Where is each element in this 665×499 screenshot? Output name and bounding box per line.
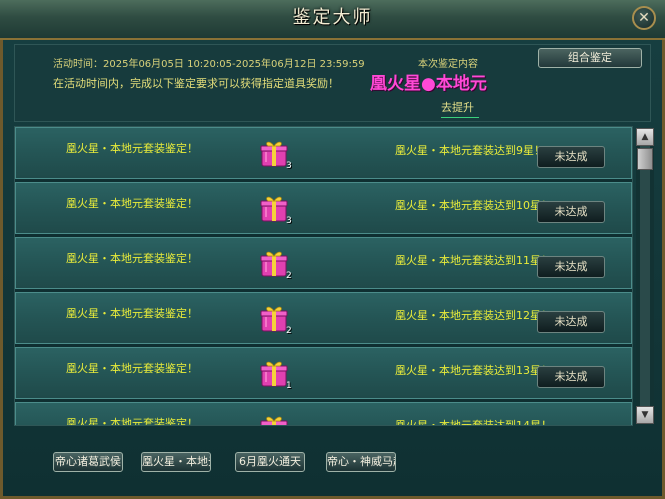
reward-list[interactable]: 凰火星・本地元套装鉴定！ 3 凰火星・本地元套装达到9星！ 未达成 凰火星・本地元套装鉴…	[14, 126, 633, 426]
status-button[interactable]: 未达成	[537, 366, 605, 388]
gift-box-icon[interactable]	[259, 138, 289, 168]
this-content-label: 本次鉴定内容	[418, 59, 478, 70]
gift-box-icon[interactable]	[259, 303, 289, 333]
row-title: 凰火星・本地元套装鉴定！	[66, 197, 198, 210]
gift-count: 3	[286, 161, 292, 171]
status-button[interactable]: 未达成	[537, 256, 605, 278]
activity-time: 活动时间：2025年06月05日 10:20:05-2025年06月12日 23…	[53, 59, 365, 70]
scroll-track[interactable]	[640, 146, 650, 406]
close-icon[interactable]: ✕	[632, 6, 656, 30]
gift-box-icon[interactable]	[259, 413, 289, 425]
bottom-tab[interactable]: 6月凰火通天	[235, 452, 305, 472]
go-upgrade-link[interactable]: 去提升	[441, 99, 474, 115]
bottom-tab[interactable]: 帝心・神威马超	[326, 452, 396, 472]
gift-box-icon[interactable]	[259, 358, 289, 388]
row-requirement: 凰火星・本地元套装达到14星！	[395, 419, 552, 426]
list-item: 凰火星・本地元套装鉴定！ 3 凰火星・本地元套装达到9星！ 未达成	[15, 127, 632, 179]
scrollbar[interactable]: ▲ ▼	[636, 128, 654, 424]
row-title: 凰火星・本地元套装鉴定！	[66, 307, 198, 320]
gift-box-icon[interactable]	[259, 248, 289, 278]
row-requirement: 凰火星・本地元套装达到10星！	[395, 199, 552, 212]
row-requirement: 凰火星・本地元套装达到11星！	[395, 254, 552, 267]
row-requirement: 凰火星・本地元套装达到9星！	[395, 144, 545, 157]
row-requirement: 凰火星・本地元套装达到13星！	[395, 364, 552, 377]
gift-count: 1	[286, 381, 292, 391]
gift-box-icon[interactable]	[259, 193, 289, 223]
list-item: 凰火星・本地元套装鉴定！ 3 凰火星・本地元套装达到10星！ 未达成	[15, 182, 632, 234]
list-item: 凰火星・本地元套装鉴定！ 凰火星・本地元套装达到14星！	[15, 402, 632, 426]
bottom-tab[interactable]: 凰火星・本地元	[141, 452, 211, 472]
list-item: 凰火星・本地元套装鉴定！ 2 凰火星・本地元套装达到11星！ 未达成	[15, 237, 632, 289]
gift-count: 2	[286, 326, 292, 336]
row-title: 凰火星・本地元套装鉴定！	[66, 142, 198, 155]
window-title: 鉴定大师	[292, 7, 373, 28]
title-bar: 鉴定大师 ✕	[0, 0, 665, 40]
list-item: 凰火星・本地元套装鉴定！ 2 凰火星・本地元套装达到12星！ 未达成	[15, 292, 632, 344]
combo-appraise-button[interactable]: 组合鉴定	[538, 48, 642, 68]
row-requirement: 凰火星・本地元套装达到12星！	[395, 309, 552, 322]
gift-count: 2	[286, 271, 292, 281]
set-name: 凰火星●本地元	[370, 74, 487, 94]
row-title: 凰火星・本地元套装鉴定！	[66, 417, 198, 426]
scroll-down-icon[interactable]: ▼	[636, 406, 654, 424]
row-title: 凰火星・本地元套装鉴定！	[66, 252, 198, 265]
status-button[interactable]: 未达成	[537, 311, 605, 333]
activity-description: 在活动时间内，完成以下鉴定要求可以获得指定道具奖励！	[53, 77, 339, 90]
scroll-thumb[interactable]	[637, 148, 653, 170]
bottom-tab[interactable]: 帝心诸葛武侯	[53, 452, 123, 472]
go-upgrade-underline	[441, 117, 479, 118]
list-item: 凰火星・本地元套装鉴定！ 1 凰火星・本地元套装达到13星！ 未达成	[15, 347, 632, 399]
row-title: 凰火星・本地元套装鉴定！	[66, 362, 198, 375]
status-button[interactable]: 未达成	[537, 201, 605, 223]
status-button[interactable]: 未达成	[537, 146, 605, 168]
gift-count: 3	[286, 216, 292, 226]
scroll-up-icon[interactable]: ▲	[636, 128, 654, 146]
